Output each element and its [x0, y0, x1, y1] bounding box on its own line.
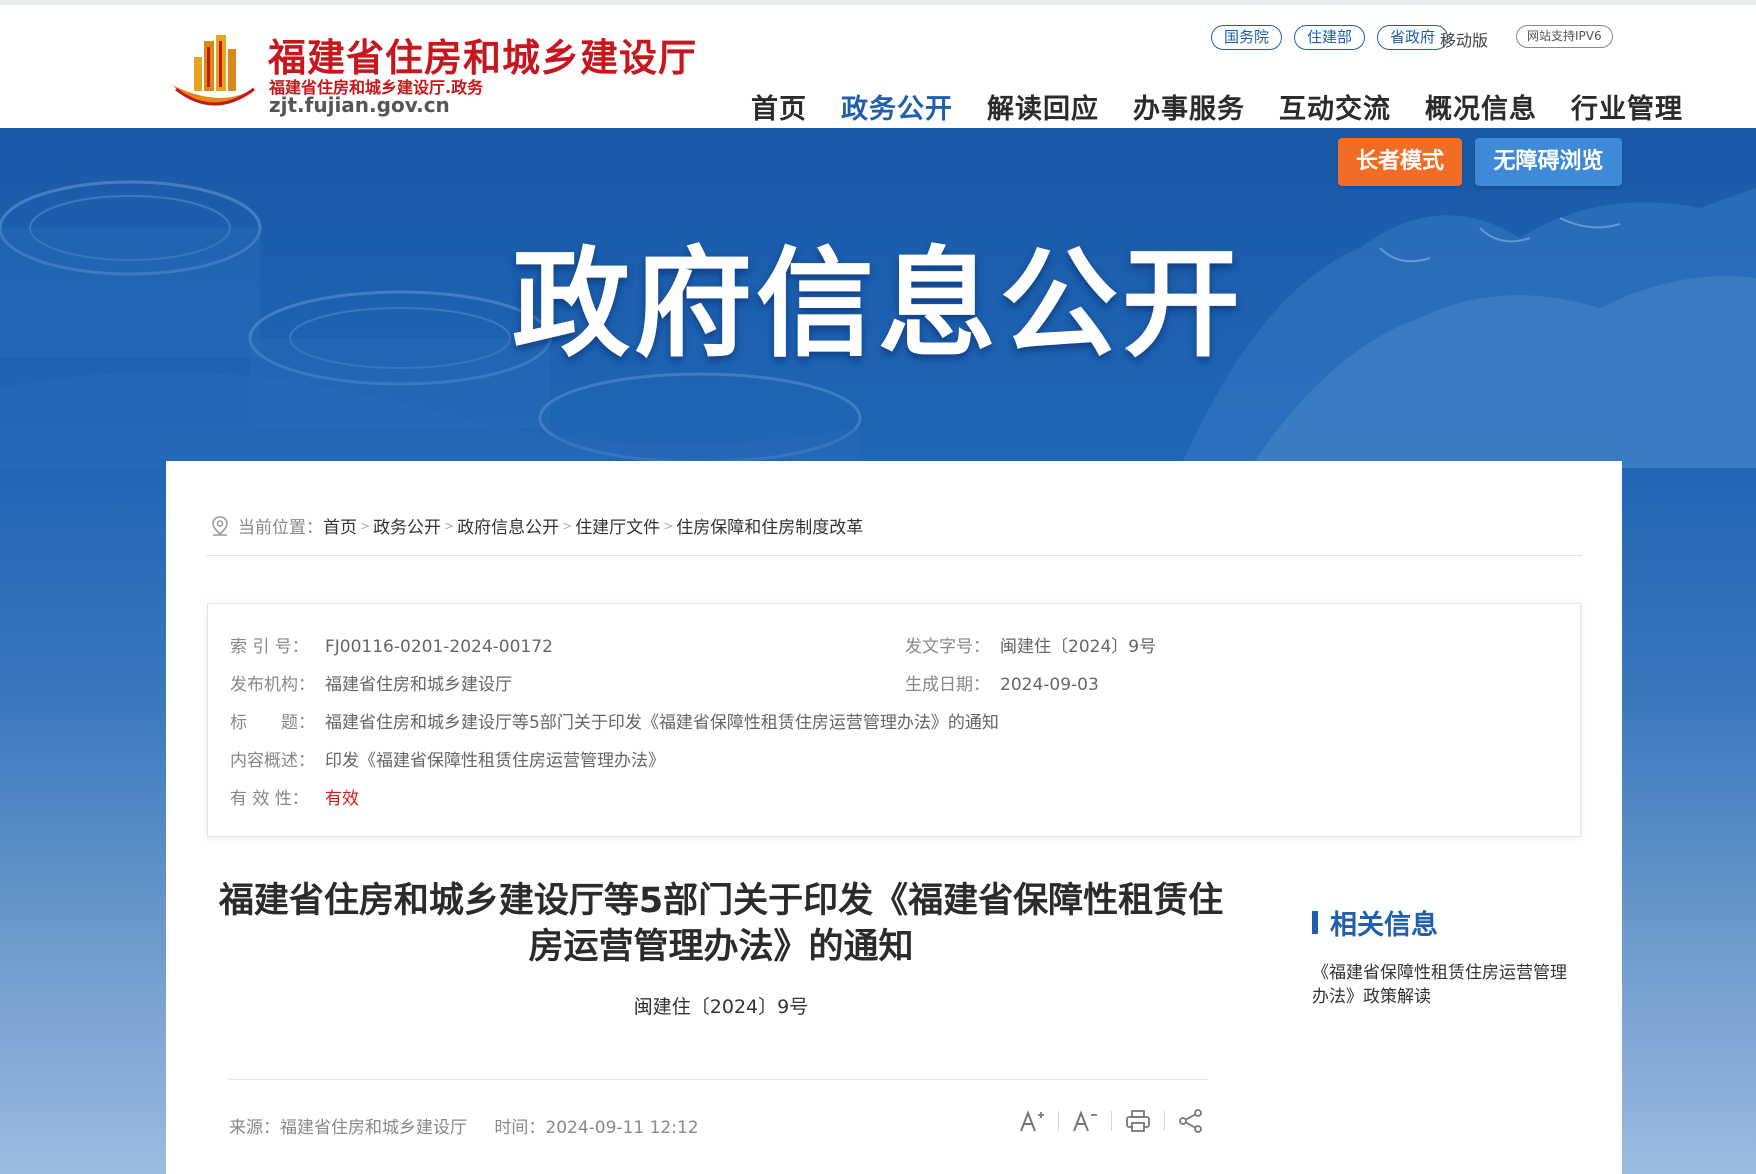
accessibility-button[interactable]: 无障碍浏览 — [1475, 138, 1622, 186]
document-tools — [1018, 1107, 1205, 1135]
meta-summary-value: 印发《福建省保障性租赁住房运营管理办法》 — [325, 751, 665, 771]
nav-gov-affairs[interactable]: 政务公开 — [841, 87, 953, 126]
time-value: 2024-09-11 12:12 — [545, 1118, 699, 1138]
meta-date-value: 2024-09-03 — [1000, 675, 1099, 695]
breadcrumb-gov-affairs[interactable]: 政务公开 — [373, 513, 441, 538]
link-provincial-gov[interactable]: 省政府 — [1376, 25, 1448, 50]
meta-summary-label: 内容概述： — [230, 751, 315, 771]
time-label: 时间： — [494, 1118, 546, 1138]
breadcrumb-separator: > — [360, 518, 371, 533]
nav-overview[interactable]: 概况信息 — [1425, 87, 1537, 126]
meta-index-row: 索 引 号： FJ00116-0201-2024-00172 — [230, 632, 553, 657]
meta-docno-value: 闽建住〔2024〕9号 — [1000, 637, 1157, 657]
meta-docno-label: 发文字号： — [905, 637, 990, 657]
font-increase-icon[interactable] — [1018, 1107, 1046, 1135]
meta-org-row: 发布机构： 福建省住房和城乡建设厅 — [230, 670, 512, 695]
related-info-link[interactable]: 《福建省保障性租赁住房运营管理办法》政策解读 — [1312, 961, 1582, 1009]
breadcrumb-info-disclosure[interactable]: 政府信息公开 — [457, 513, 559, 538]
link-state-council[interactable]: 国务院 — [1210, 25, 1282, 50]
page: 福建省住房和城乡建设厅 福建省住房和城乡建设厅.政务 zjt.fujian.go… — [0, 0, 1756, 1174]
logo-emblem-icon[interactable] — [166, 27, 262, 117]
document-metadata-box: 索 引 号： FJ00116-0201-2024-00172 发文字号： 闽建住〔2… — [207, 603, 1581, 837]
banner-title: 政府信息公开 — [511, 235, 1244, 373]
meta-validity-value: 有效 — [325, 789, 359, 809]
print-icon[interactable] — [1124, 1107, 1152, 1135]
main-nav: 首页 政务公开 解读回应 办事服务 互动交流 概况信息 行业管理 — [751, 87, 1683, 126]
source-label: 来源： — [229, 1118, 280, 1138]
document-title-line2: 房运营管理办法》的通知 — [528, 927, 914, 967]
source-row: 来源：福建省住房和城乡建设厅 时间：2024-09-11 12:12 — [229, 1113, 721, 1138]
meta-validity-row: 有 效 性： 有效 — [230, 784, 359, 809]
breadcrumb-dept-docs[interactable]: 住建厅文件 — [575, 513, 660, 538]
nav-interpretation[interactable]: 解读回应 — [987, 87, 1099, 126]
breadcrumb-separator: > — [562, 518, 573, 533]
meta-summary-row: 内容概述： 印发《福建省保障性租赁住房运营管理办法》 — [230, 746, 665, 771]
tool-separator — [1111, 1111, 1112, 1131]
nav-home[interactable]: 首页 — [751, 87, 807, 126]
breadcrumb-label: 当前位置： — [238, 518, 323, 538]
font-decrease-icon[interactable] — [1071, 1107, 1099, 1135]
content-card: 当前位置： 首页 > 政务公开 > 政府信息公开 > 住建厅文件 > 住房保障和… — [166, 461, 1622, 1174]
breadcrumb-separator: > — [444, 518, 455, 533]
meta-org-value: 福建省住房和城乡建设厅 — [325, 675, 512, 695]
meta-date-row: 生成日期： 2024-09-03 — [905, 670, 1099, 695]
nav-services[interactable]: 办事服务 — [1133, 87, 1245, 126]
source-value: 福建省住房和城乡建设厅 — [280, 1118, 467, 1138]
breadcrumb-divider — [206, 555, 1582, 556]
breadcrumb-housing-reform[interactable]: 住房保障和住房制度改革 — [676, 513, 863, 538]
meta-title-value: 福建省住房和城乡建设厅等5部门关于印发《福建省保障性租赁住房运营管理办法》的通知 — [325, 713, 999, 733]
breadcrumb: 当前位置： 首页 > 政务公开 > 政府信息公开 > 住建厅文件 > 住房保障和… — [210, 513, 863, 538]
top-links: 国务院 住建部 省政府 — [1210, 25, 1448, 50]
related-info-header: 相关信息 — [1312, 903, 1438, 942]
meta-index-label: 索 引 号： — [230, 637, 309, 657]
document-number: 闽建住〔2024〕9号 — [633, 996, 809, 1018]
nav-industry[interactable]: 行业管理 — [1571, 87, 1683, 126]
elder-mode-button[interactable]: 长者模式 — [1338, 138, 1462, 186]
meta-title-label: 标 题： — [230, 713, 315, 733]
meta-date-label: 生成日期： — [905, 675, 990, 695]
breadcrumb-home[interactable]: 首页 — [323, 513, 357, 538]
nav-interaction[interactable]: 互动交流 — [1279, 87, 1391, 126]
location-pin-icon — [212, 515, 228, 536]
document-title-line1: 福建省住房和城乡建设厅等5部门关于印发《福建省保障性租赁住 — [218, 881, 1224, 921]
site-header: 福建省住房和城乡建设厅 福建省住房和城乡建设厅.政务 zjt.fujian.go… — [0, 0, 1756, 128]
related-info-title: 相关信息 — [1330, 910, 1438, 941]
ipv6-badge: 网站支持IPV6 — [1516, 25, 1613, 48]
breadcrumb-separator: > — [663, 518, 674, 533]
related-accent-bar — [1312, 911, 1318, 934]
meta-org-label: 发布机构： — [230, 675, 315, 695]
tool-separator — [1164, 1111, 1165, 1131]
meta-docno-row: 发文字号： 闽建住〔2024〕9号 — [905, 632, 1156, 657]
link-mohurd[interactable]: 住建部 — [1293, 25, 1365, 50]
meta-validity-label: 有 效 性： — [230, 789, 309, 809]
logo-domain: zjt.fujian.gov.cn — [269, 93, 450, 117]
meta-title-row: 标 题： 福建省住房和城乡建设厅等5部门关于印发《福建省保障性租赁住房运营管理办法… — [230, 708, 999, 733]
document-title: 福建省住房和城乡建设厅等5部门关于印发《福建省保障性租赁住 房运营管理办法》的通… — [206, 878, 1236, 970]
share-icon[interactable] — [1177, 1107, 1205, 1135]
document-divider — [228, 1079, 1208, 1080]
meta-index-value: FJ00116-0201-2024-00172 — [325, 637, 553, 657]
tool-separator — [1058, 1111, 1059, 1131]
mobile-version-link[interactable]: 移动版 — [1440, 27, 1488, 51]
